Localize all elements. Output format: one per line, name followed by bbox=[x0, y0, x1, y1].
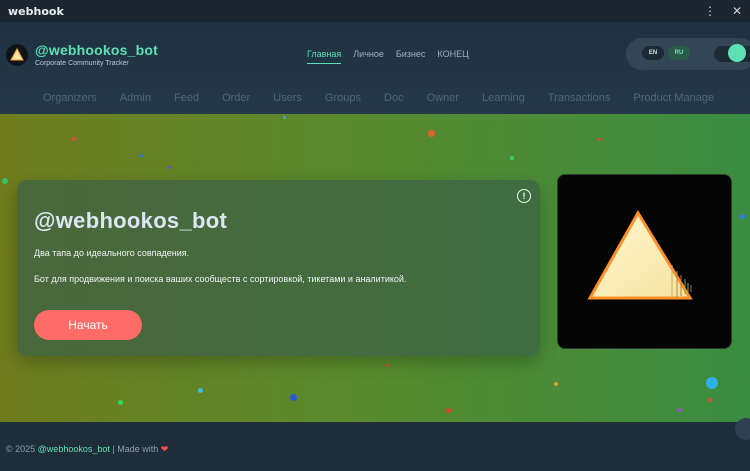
theme-toggle[interactable] bbox=[714, 44, 750, 62]
triangle-art-image bbox=[557, 174, 732, 349]
brand-subtitle: Corporate Community Tracker bbox=[35, 60, 129, 67]
menu-item-organizers[interactable]: Organizers bbox=[43, 92, 97, 104]
window-titlebar: webhook ⋮ ✕ bbox=[0, 0, 750, 22]
particle bbox=[678, 408, 682, 412]
start-button[interactable]: Начать bbox=[34, 310, 142, 340]
glowing-triangle-icon bbox=[587, 210, 693, 300]
close-icon[interactable]: ✕ bbox=[732, 4, 742, 18]
footer-text: © 2025 @webhookos_bot | Made with ❤ bbox=[6, 444, 168, 455]
particle bbox=[554, 382, 558, 386]
scroll-top-button[interactable] bbox=[735, 418, 750, 440]
nav-link-home[interactable]: Главная bbox=[307, 49, 342, 64]
menu-item-owner[interactable]: Owner bbox=[427, 92, 459, 104]
menu-item-feed[interactable]: Feed bbox=[174, 92, 199, 104]
particle bbox=[386, 364, 389, 367]
settings-panel: EN RU bbox=[626, 38, 750, 70]
particle bbox=[283, 116, 286, 119]
copyright: © 2025 bbox=[6, 444, 36, 454]
language-en-button[interactable]: EN bbox=[642, 46, 664, 60]
toggle-knob bbox=[728, 44, 746, 62]
particle bbox=[118, 400, 123, 405]
hero-section: ! @webhookos_bot Два тапа до идеального … bbox=[0, 114, 750, 422]
particle bbox=[708, 398, 712, 402]
particle bbox=[510, 156, 514, 160]
menu-item-order[interactable]: Order bbox=[222, 92, 250, 104]
hero-description: Бот для продвижения и поиска ваших сообщ… bbox=[34, 274, 407, 284]
menu-item-product-manage[interactable]: Product Manage bbox=[633, 92, 714, 104]
particle bbox=[740, 214, 745, 219]
brand[interactable]: @webhookos_bot Corporate Community Track… bbox=[6, 42, 158, 67]
site-header: @webhookos_bot Corporate Community Track… bbox=[0, 22, 750, 114]
menu-item-learning[interactable]: Learning bbox=[482, 92, 525, 104]
made-with-text: | Made with bbox=[112, 444, 159, 454]
hero-title: @webhookos_bot bbox=[34, 208, 228, 233]
triangle-logo-icon bbox=[6, 43, 28, 66]
particle bbox=[168, 166, 171, 169]
window-title: webhook bbox=[8, 4, 64, 18]
window-controls: ⋮ ✕ bbox=[704, 4, 742, 18]
more-menu-icon[interactable]: ⋮ bbox=[704, 4, 716, 18]
particle bbox=[706, 377, 718, 389]
hero-tagline: Два тапа до идеального совпадения. bbox=[34, 248, 190, 258]
footer-handle-link[interactable]: @webhookos_bot bbox=[38, 444, 110, 454]
particle bbox=[140, 154, 143, 157]
heart-icon: ❤ bbox=[160, 444, 169, 454]
nav-link-end[interactable]: КОНЕЦ bbox=[437, 49, 468, 64]
top-navigation: Главная Личное Бизнес КОНЕЦ bbox=[307, 49, 469, 64]
menu-item-groups[interactable]: Groups bbox=[325, 92, 361, 104]
section-menu: Organizers Admin Feed Order Users Groups… bbox=[43, 92, 737, 104]
hero-card: ! @webhookos_bot Два тапа до идеального … bbox=[17, 180, 540, 356]
particle bbox=[198, 388, 203, 393]
brand-title: @webhookos_bot bbox=[35, 42, 159, 58]
nav-link-personal[interactable]: Личное bbox=[353, 49, 384, 64]
menu-item-doc[interactable]: Doc bbox=[384, 92, 404, 104]
menu-item-admin[interactable]: Admin bbox=[120, 92, 151, 104]
language-ru-button[interactable]: RU bbox=[668, 46, 690, 60]
menu-item-users[interactable]: Users bbox=[273, 92, 302, 104]
particle bbox=[598, 138, 601, 141]
particle bbox=[2, 178, 8, 184]
info-icon[interactable]: ! bbox=[517, 189, 531, 203]
site-footer: © 2025 @webhookos_bot | Made with ❤ bbox=[0, 422, 750, 471]
nav-link-business[interactable]: Бизнес bbox=[396, 49, 426, 64]
particle bbox=[428, 130, 435, 137]
particle bbox=[446, 408, 451, 413]
particle bbox=[290, 394, 297, 401]
particle bbox=[72, 137, 76, 141]
menu-item-transactions[interactable]: Transactions bbox=[548, 92, 611, 104]
